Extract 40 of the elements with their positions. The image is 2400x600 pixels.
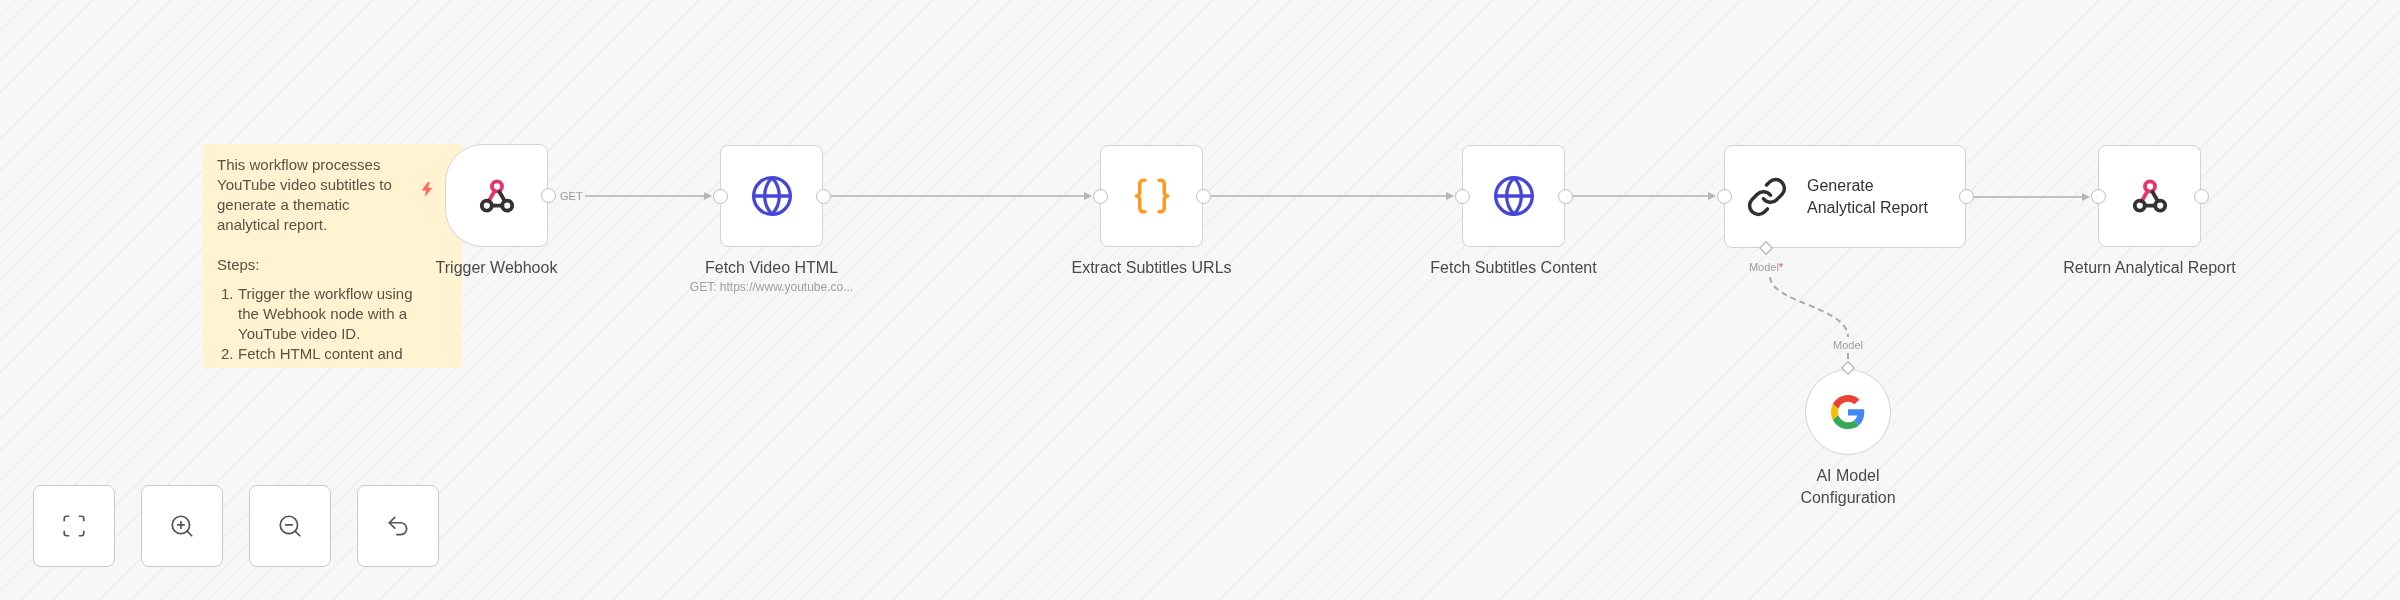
fit-view-button[interactable] bbox=[33, 485, 115, 567]
workflow-node[interactable]: Generate Analytical Report bbox=[1724, 145, 1966, 248]
frame-corners-icon bbox=[61, 513, 87, 539]
workflow-node[interactable] bbox=[1462, 145, 1565, 247]
node-label: AI Model Configuration bbox=[1799, 466, 1897, 508]
zoom-in-icon bbox=[169, 513, 195, 539]
workflow-node[interactable] bbox=[445, 144, 548, 247]
node-label: Return Analytical Report bbox=[2063, 258, 2236, 278]
link-icon bbox=[1746, 175, 1788, 218]
port-label: Model* bbox=[1748, 261, 1784, 274]
port-handle[interactable] bbox=[1841, 361, 1855, 375]
node-label: Trigger Webhook bbox=[435, 258, 558, 278]
note-text: This workflow processes YouTube video subtitles to generate a thematic analytical report. bbox=[217, 155, 393, 235]
webhook-icon bbox=[2131, 179, 2168, 213]
node-label: Fetch Video HTML bbox=[704, 258, 839, 278]
globe-icon bbox=[1491, 174, 1536, 218]
zoom-out-button[interactable] bbox=[249, 485, 331, 567]
workflow-node[interactable] bbox=[720, 145, 823, 247]
workflow-node[interactable] bbox=[2098, 145, 2201, 247]
step-number: 2. bbox=[221, 344, 235, 364]
step-text: Fetch HTML content and bbox=[238, 344, 404, 364]
step-text: Trigger the workflow using the Webhook node with a YouTube video ID. bbox=[238, 284, 414, 344]
port-handle[interactable] bbox=[1759, 241, 1773, 255]
note-text: Steps: bbox=[217, 255, 261, 275]
globe-icon bbox=[749, 174, 794, 218]
webhook-icon bbox=[478, 178, 515, 213]
input-handle[interactable] bbox=[1716, 189, 1732, 204]
port-label: Model bbox=[1833, 339, 1863, 352]
lightning-bolt-icon bbox=[421, 182, 433, 197]
zoom-out-icon bbox=[277, 513, 303, 539]
edge-label: GET bbox=[559, 189, 583, 202]
node-subtitle: GET: https://www.youtube.co... bbox=[689, 280, 854, 294]
step-number: 1. bbox=[221, 284, 235, 304]
workflow-node[interactable] bbox=[1100, 145, 1203, 247]
zoom-in-button[interactable] bbox=[141, 485, 223, 567]
circle-node[interactable] bbox=[1805, 369, 1891, 455]
g-logo-icon bbox=[1831, 395, 1865, 429]
node-label: Fetch Subtitles Content bbox=[1430, 258, 1597, 278]
reset-button[interactable] bbox=[357, 485, 439, 567]
node-label: Extract Subtitles URLs bbox=[1071, 258, 1232, 278]
